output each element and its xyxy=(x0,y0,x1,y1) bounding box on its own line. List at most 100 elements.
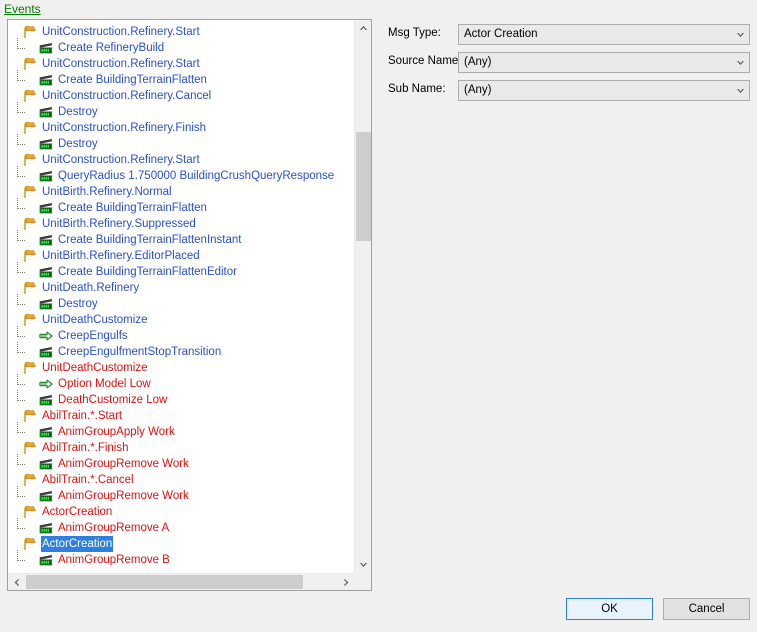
tree-node-label[interactable]: UnitConstruction.Refinery.Cancel xyxy=(41,88,212,104)
tree-action-node[interactable]: CreepEngulfmentStopTransition xyxy=(8,342,355,360)
clapper-icon xyxy=(38,344,54,360)
flag-icon xyxy=(22,56,38,72)
tree-node-label[interactable]: UnitBirth.Refinery.EditorPlaced xyxy=(41,248,201,264)
vertical-scroll-thumb[interactable] xyxy=(356,132,371,241)
tree-connector xyxy=(8,198,38,216)
tree-event-node[interactable]: AbilTrain.*.Start xyxy=(8,408,355,424)
tree-node-label[interactable]: ActorCreation xyxy=(41,504,113,520)
form-row: Source Name: (Any) xyxy=(388,52,750,74)
form-row: Sub Name: (Any) xyxy=(388,80,750,102)
tree-event-node[interactable]: UnitDeathCustomize xyxy=(8,360,355,376)
tree-node-label[interactable]: Create BuildingTerrainFlattenInstant xyxy=(57,232,242,248)
tree-node-label[interactable]: Create RefineryBuild xyxy=(57,40,165,56)
tree-viewport[interactable]: UnitConstruction.Refinery.Start Create Re… xyxy=(8,20,355,573)
tree-event-node[interactable]: UnitBirth.Refinery.Suppressed xyxy=(8,216,355,232)
tree-action-node[interactable]: Create BuildingTerrainFlattenEditor xyxy=(8,262,355,280)
tree-event-node[interactable]: UnitBirth.Refinery.Normal xyxy=(8,184,355,200)
tree-event-node[interactable]: ActorCreation xyxy=(8,504,355,520)
tree-node-label[interactable]: UnitConstruction.Refinery.Start xyxy=(41,24,201,40)
tree-horizontal-scrollbar[interactable] xyxy=(8,573,355,590)
scroll-up-button[interactable] xyxy=(355,20,371,37)
tree-action-node[interactable]: AnimGroupApply Work xyxy=(8,422,355,440)
tree-node-label[interactable]: DeathCustomize Low xyxy=(57,392,168,408)
tree-node-label[interactable]: Destroy xyxy=(57,104,99,120)
tree-event-node[interactable]: ActorCreation xyxy=(8,536,355,552)
tree-action-node[interactable]: AnimGroupRemove B xyxy=(8,550,355,568)
tree-node-label[interactable]: Create BuildingTerrainFlatten xyxy=(57,200,208,216)
horizontal-scroll-thumb[interactable] xyxy=(26,575,303,589)
tree-node-label[interactable]: UnitDeath.Refinery xyxy=(41,280,140,296)
tree-action-node[interactable]: Option Model Low xyxy=(8,374,355,392)
scroll-right-button[interactable] xyxy=(338,574,355,590)
tree-node-label[interactable]: UnitConstruction.Refinery.Finish xyxy=(41,120,207,136)
tree-node-label[interactable]: UnitDeathCustomize xyxy=(41,360,148,376)
chevron-down-icon[interactable] xyxy=(731,81,749,100)
form-row-dropdown[interactable]: (Any) xyxy=(458,52,750,73)
tree-action-node[interactable]: QueryRadius 1.750000 BuildingCrushQueryR… xyxy=(8,166,355,184)
scroll-left-button[interactable] xyxy=(8,574,25,590)
chevron-down-icon[interactable] xyxy=(731,53,749,72)
tree-node-label[interactable]: CreepEngulfmentStopTransition xyxy=(57,344,222,360)
tree-action-node[interactable]: DeathCustomize Low xyxy=(8,390,355,408)
tree-connector xyxy=(8,24,22,40)
tree-action-node[interactable]: Destroy xyxy=(8,102,355,120)
tree-node-label[interactable]: Destroy xyxy=(57,136,99,152)
tree-action-node[interactable]: AnimGroupRemove Work xyxy=(8,486,355,504)
tree-action-node[interactable]: Destroy xyxy=(8,134,355,152)
clapper-icon xyxy=(38,488,54,504)
tree-event-node[interactable]: UnitDeath.Refinery xyxy=(8,280,355,296)
tree-node-label[interactable]: Create BuildingTerrainFlatten xyxy=(57,72,208,88)
tree-node-label[interactable]: Destroy xyxy=(57,296,99,312)
events-label: Events xyxy=(4,2,41,16)
tree-node-label[interactable]: AnimGroupRemove B xyxy=(57,552,171,568)
tree-node-label[interactable]: AbilTrain.*.Start xyxy=(41,408,123,424)
tree-node-label[interactable]: ActorCreation xyxy=(41,536,114,552)
tree-node-label[interactable]: QueryRadius 1.750000 BuildingCrushQueryR… xyxy=(57,168,335,184)
tree-action-node[interactable]: AnimGroupRemove Work xyxy=(8,454,355,472)
tree-event-node[interactable]: UnitConstruction.Refinery.Start xyxy=(8,24,355,40)
tree-node-label[interactable]: UnitBirth.Refinery.Normal xyxy=(41,184,173,200)
tree-node-label[interactable]: UnitDeathCustomize xyxy=(41,312,148,328)
tree-event-node[interactable]: UnitConstruction.Refinery.Cancel xyxy=(8,88,355,104)
tree-event-node[interactable]: UnitBirth.Refinery.EditorPlaced xyxy=(8,248,355,264)
tree-event-node[interactable]: AbilTrain.*.Finish xyxy=(8,440,355,456)
cancel-button[interactable]: Cancel xyxy=(663,598,750,620)
tree-event-node[interactable]: UnitDeathCustomize xyxy=(8,312,355,328)
tree-event-node[interactable]: UnitConstruction.Refinery.Finish xyxy=(8,120,355,136)
tree-vertical-scrollbar[interactable] xyxy=(354,20,371,573)
panel-splitter[interactable] xyxy=(378,19,382,591)
tree-node-label[interactable]: AnimGroupRemove Work xyxy=(57,488,190,504)
tree-node-label[interactable]: AbilTrain.*.Cancel xyxy=(41,472,135,488)
tree-node-label[interactable]: AnimGroupApply Work xyxy=(57,424,176,440)
scroll-down-button[interactable] xyxy=(355,556,371,573)
tree-action-node[interactable]: Create BuildingTerrainFlatten xyxy=(8,70,355,88)
tree-event-node[interactable]: UnitConstruction.Refinery.Start xyxy=(8,152,355,168)
chevron-down-icon[interactable] xyxy=(731,25,749,44)
tree-action-node[interactable]: CreepEngulfs xyxy=(8,326,355,344)
tree-node-label[interactable]: Create BuildingTerrainFlattenEditor xyxy=(57,264,238,280)
tree-node-label[interactable]: UnitBirth.Refinery.Suppressed xyxy=(41,216,197,232)
arrow-icon xyxy=(38,328,54,344)
ok-button[interactable]: OK xyxy=(566,598,653,620)
form-row-dropdown[interactable]: Actor Creation xyxy=(458,24,750,45)
tree-node-label[interactable]: UnitConstruction.Refinery.Start xyxy=(41,56,201,72)
tree-action-node[interactable]: Destroy xyxy=(8,294,355,312)
tree-action-node[interactable]: Create RefineryBuild xyxy=(8,38,355,56)
tree-node-label[interactable]: UnitConstruction.Refinery.Start xyxy=(41,152,201,168)
tree-event-node[interactable]: AbilTrain.*.Cancel xyxy=(8,472,355,488)
tree-node-label[interactable]: AnimGroupRemove Work xyxy=(57,456,190,472)
tree-action-node[interactable]: AnimGroupRemove A xyxy=(8,518,355,536)
tree-action-node[interactable]: Create BuildingTerrainFlatten xyxy=(8,198,355,216)
events-tree-panel: UnitConstruction.Refinery.Start Create Re… xyxy=(7,19,372,591)
tree-event-node[interactable]: UnitConstruction.Refinery.Start xyxy=(8,56,355,72)
tree-node-label[interactable]: AnimGroupRemove A xyxy=(57,520,170,536)
flag-icon xyxy=(22,504,38,520)
tree-node-label[interactable]: AbilTrain.*.Finish xyxy=(41,440,130,456)
tree-connector xyxy=(8,56,22,72)
tree-node-label[interactable]: CreepEngulfs xyxy=(57,328,129,344)
tree-connector xyxy=(8,38,38,56)
tree-action-node[interactable]: Create BuildingTerrainFlattenInstant xyxy=(8,230,355,248)
form-row-dropdown[interactable]: (Any) xyxy=(458,80,750,101)
tree-node-label[interactable]: Option Model Low xyxy=(57,376,152,392)
flag-icon xyxy=(22,280,38,296)
